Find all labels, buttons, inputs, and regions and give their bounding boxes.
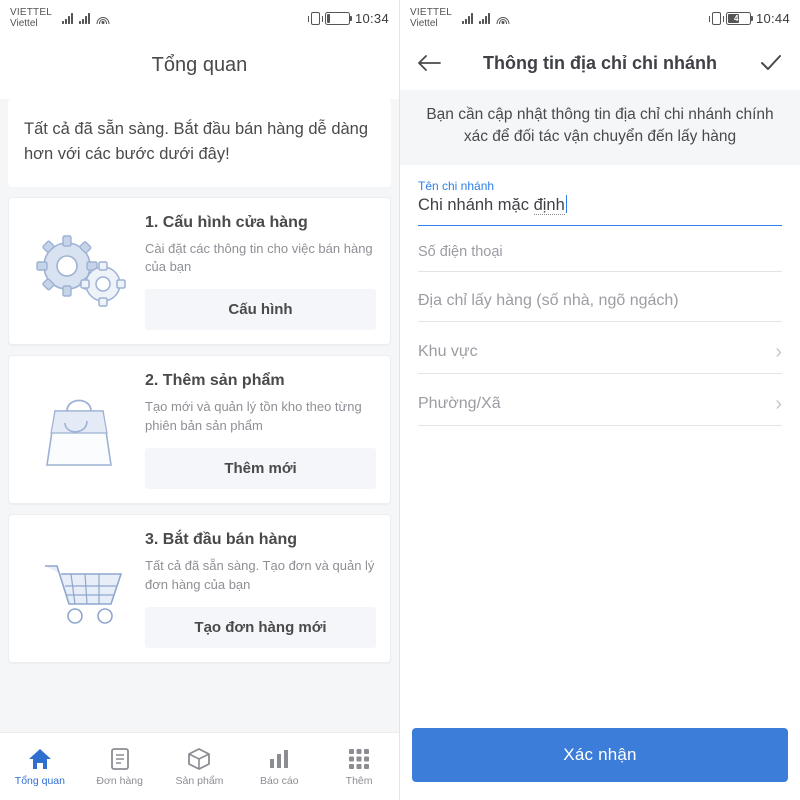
gears-illustration	[23, 212, 135, 331]
config-button[interactable]: Cấu hình	[145, 289, 376, 331]
confirm-button[interactable]: Xác nhận	[412, 728, 788, 782]
branch-name-value-suffix: định	[533, 195, 565, 215]
signal-bars-icon-2	[79, 12, 90, 24]
nav-item-products[interactable]: Sản phẩm	[160, 746, 240, 787]
dual-screenshot: VIETTEL Viettel 5 10:34 Tổng quan Tất cả…	[0, 0, 800, 800]
product-box-icon	[160, 746, 240, 772]
battery-icon: 5	[324, 11, 352, 25]
vibrate-icon	[708, 11, 724, 25]
ward-select[interactable]: Phường/Xã ›	[418, 374, 782, 426]
battery-icon: 47	[725, 11, 753, 25]
notice-banner: Bạn cần cập nhật thông tin địa chỉ chi n…	[400, 90, 800, 165]
step-card-desc: Tất cả đã sẵn sàng. Tạo đơn và quản lý đ…	[145, 557, 375, 592]
branch-name-value-prefix: Chi nhánh mặc	[418, 195, 534, 214]
status-bar-left: VIETTEL Viettel 5 10:34	[0, 0, 399, 36]
nav-label: Sản phẩm	[175, 775, 224, 787]
wifi-icon	[96, 13, 109, 24]
status-bar-right: VIETTEL Viettel 47 10:44	[400, 0, 800, 36]
ward-label: Phường/Xã	[418, 394, 501, 412]
clock-right: 10:44	[755, 10, 790, 26]
step-card-title: 1. Cấu hình cửa hàng	[145, 213, 308, 231]
nav-label: Thêm	[345, 775, 373, 787]
nav-label: Tổng quan	[14, 775, 65, 787]
bottom-navigation: Tổng quan Đơn hàng Sản phẩm Báo cáo Thêm	[0, 732, 399, 800]
nav-item-orders[interactable]: Đơn hàng	[80, 746, 160, 787]
signal-bars-icon-1	[462, 12, 473, 24]
page-title-overview: Tổng quan	[0, 36, 399, 99]
phone-input[interactable]: Số điện thoại	[418, 226, 782, 272]
overview-screen: VIETTEL Viettel 5 10:34 Tổng quan Tất cả…	[0, 0, 400, 800]
step-card-title: 3. Bắt đầu bán hàng	[145, 530, 298, 548]
nav-label: Đơn hàng	[96, 775, 143, 787]
app-bar: Thông tin địa chỉ chi nhánh	[400, 36, 800, 90]
create-order-button[interactable]: Tạo đơn hàng mới	[145, 606, 376, 648]
carrier-label: VIETTEL Viettel	[10, 7, 52, 29]
carrier-label: VIETTEL Viettel	[410, 7, 452, 29]
signal-bars-icon-1	[62, 12, 73, 24]
nav-item-more[interactable]: Thêm	[319, 746, 399, 787]
nav-item-overview[interactable]: Tổng quan	[0, 746, 80, 787]
grid-more-icon	[319, 746, 399, 772]
step-card-1[interactable]: 1. Cấu hình cửa hàng Cài đặt các thông t…	[8, 196, 391, 346]
chevron-right-icon: ›	[775, 392, 782, 415]
branch-name-field[interactable]: Tên chi nhánh Chi nhánh mặc định	[418, 165, 782, 226]
step-card-desc: Cài đặt các thông tin cho việc bán hàng …	[145, 240, 373, 275]
chevron-right-icon: ›	[775, 340, 782, 363]
step-card-3[interactable]: 3. Bắt đầu bán hàng Tất cả đã sẵn sàng. …	[8, 513, 391, 663]
step-card-title: 2. Thêm sản phẩm	[145, 372, 285, 390]
intro-card: Tất cả đã sẵn sàng. Bắt đầu bán hàng dễ …	[8, 99, 391, 187]
step-card-2[interactable]: 2. Thêm sản phẩm Tạo mới và quản lý tồn …	[8, 355, 391, 504]
shopping-cart-illustration	[23, 529, 135, 648]
branch-form: Tên chi nhánh Chi nhánh mặc định Số điện…	[400, 165, 800, 426]
address-input[interactable]: Địa chỉ lấy hàng (số nhà, ngõ ngách)	[418, 272, 782, 322]
wifi-icon	[496, 13, 509, 24]
add-product-button[interactable]: Thêm mới	[145, 447, 376, 489]
shopping-bag-illustration	[23, 370, 135, 489]
text-caret	[565, 194, 568, 213]
signal-bars-icon-2	[479, 12, 490, 24]
page-title-branch: Thông tin địa chỉ chi nhánh	[483, 52, 717, 73]
nav-label: Báo cáo	[260, 775, 299, 787]
branch-name-label: Tên chi nhánh	[418, 178, 495, 193]
branch-address-screen: VIETTEL Viettel 47 10:44 Thông tin địa c…	[400, 0, 800, 800]
branch-name-input[interactable]: Chi nhánh mặc định	[418, 194, 782, 226]
nav-item-reports[interactable]: Báo cáo	[239, 746, 319, 787]
clock-left: 10:34	[354, 10, 389, 26]
home-icon	[0, 746, 80, 772]
vibrate-icon	[307, 11, 323, 25]
region-label: Khu vực	[418, 342, 478, 360]
region-select[interactable]: Khu vực ›	[418, 322, 782, 374]
orders-icon	[80, 746, 160, 772]
check-icon[interactable]	[758, 50, 784, 76]
back-arrow-icon[interactable]	[416, 50, 442, 76]
report-chart-icon	[239, 746, 319, 772]
step-card-desc: Tạo mới và quản lý tồn kho theo từng phi…	[145, 399, 362, 434]
intro-text: Tất cả đã sẵn sàng. Bắt đầu bán hàng dễ …	[24, 120, 369, 163]
